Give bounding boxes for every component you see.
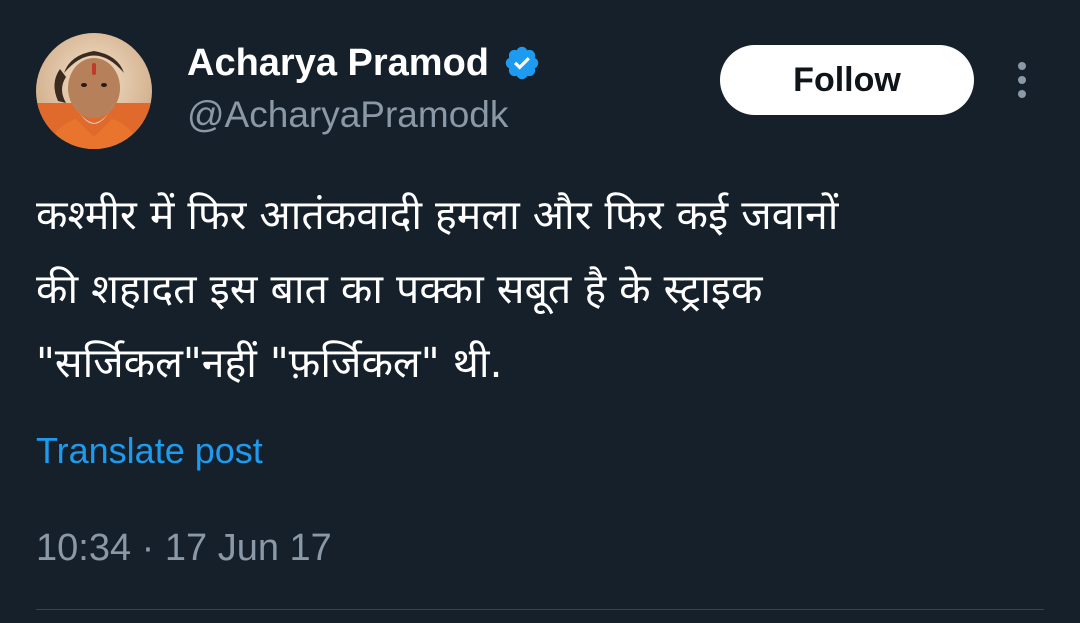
tweet-timestamp[interactable]: 10:34 · 17 Jun 17 [36,524,332,572]
more-options-icon[interactable] [1010,58,1034,102]
follow-button[interactable]: Follow [720,45,974,115]
profile-photo-icon [36,33,152,149]
tweet-text-line: "सर्जिकल"नहीं "फ़र्जिकल" थी. [36,339,503,387]
verified-badge-icon [503,44,541,82]
author-display-name[interactable]: Acharya Pramod [187,40,489,86]
author-handle[interactable]: @AcharyaPramodk [187,92,508,138]
tweet-text: कश्मीर में फिर आतंकवादी हमला और फिर कई ज… [36,178,1056,400]
tweet-text-line: कश्मीर में फिर आतंकवादी हमला और फिर कई ज… [36,191,839,239]
translate-post-link[interactable]: Translate post [36,427,263,475]
tweet-text-line: की शहादत इस बात का पक्का सबूत है के स्ट्… [36,265,763,313]
author-name-row: Acharya Pramod [187,40,541,86]
avatar[interactable] [36,33,152,149]
divider [36,609,1044,610]
